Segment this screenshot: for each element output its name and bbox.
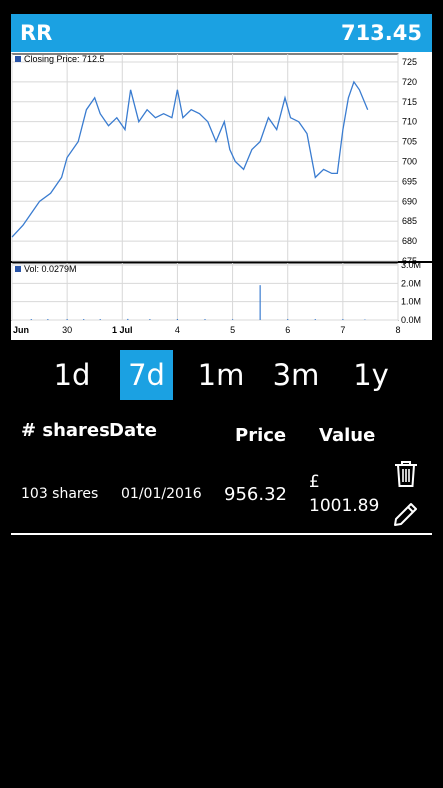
volume-tick-label: 2.0M	[401, 278, 421, 288]
header-shares: # shares	[21, 420, 110, 441]
price-legend: Closing Price: 712.5	[24, 54, 105, 64]
volume-tick-label: 1.0M	[401, 297, 421, 307]
price-tick-label: 700	[402, 156, 417, 166]
price-panel	[11, 53, 399, 262]
x-tick-label: 6	[285, 325, 290, 335]
range-selector: 1d 7d 1m 3m 1y	[0, 350, 443, 400]
volume-legend-swatch	[15, 266, 21, 272]
header-price: Price	[235, 425, 287, 446]
row-divider	[11, 533, 432, 535]
range-1y[interactable]: 1y	[345, 350, 397, 400]
price-tick-label: 720	[402, 77, 417, 87]
price-tick-label: 690	[402, 196, 417, 206]
header-value: Value	[319, 425, 376, 446]
pencil-icon[interactable]	[392, 500, 420, 528]
chart-svg: 725 720 715 710 705 700 695 690 685 680 6 7 5 3.0M 2.0…	[11, 53, 432, 335]
row-shares: 103 shares	[21, 486, 99, 502]
volume-legend: Vol: 0.0279M	[24, 264, 77, 274]
price-tick-label: 680	[402, 236, 417, 246]
row-date: 01/01/2016	[121, 486, 202, 502]
x-tick-label: 7	[340, 325, 345, 335]
price-tick-label: 710	[402, 117, 417, 127]
row-value: 1001.89	[309, 496, 380, 516]
range-1d[interactable]: 1d	[46, 350, 98, 400]
x-tick-label: 5	[230, 325, 235, 335]
price-tick-label: 725	[402, 57, 417, 67]
x-tick-label: Jun	[13, 325, 29, 335]
price-tick-label: 685	[402, 216, 417, 226]
range-3m[interactable]: 3m	[268, 350, 324, 400]
header-date: Date	[109, 420, 157, 441]
row-currency: £	[309, 472, 320, 492]
current-price: 713.45	[340, 21, 422, 45]
volume-tick-label: 0.0M	[401, 315, 421, 325]
x-tick-label: 1 Jul	[112, 325, 133, 335]
price-tick-label: 715	[402, 97, 417, 107]
price-legend-swatch	[15, 56, 21, 62]
trash-icon[interactable]	[393, 460, 419, 488]
stock-symbol: RR	[20, 21, 53, 45]
x-tick-label: 30	[62, 325, 72, 335]
range-7d[interactable]: 7d	[120, 350, 173, 400]
price-tick-label: 705	[402, 137, 417, 147]
range-1m[interactable]: 1m	[193, 350, 249, 400]
x-tick-label: 8	[395, 325, 400, 335]
price-chart: 725 720 715 710 705 700 695 690 685 680 6 7 5 3.0M 2.0…	[11, 52, 432, 340]
x-tick-label: 4	[175, 325, 180, 335]
volume-tick-label: 3.0M	[401, 260, 421, 270]
row-price: 956.32	[224, 484, 287, 505]
price-tick-label: 695	[402, 176, 417, 186]
app-header: RR 713.45	[11, 14, 432, 52]
